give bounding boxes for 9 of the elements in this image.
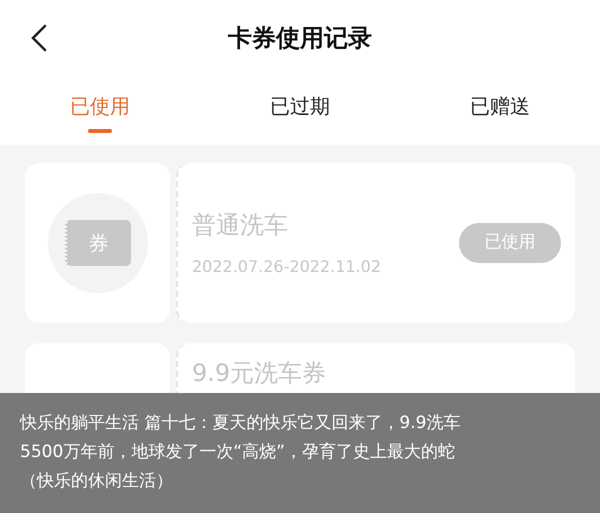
caption-text: 5500万年前，地球发了一次“高烧”，孕育了史上最大的蛇: [20, 441, 456, 464]
tab[interactable]: 已过期: [200, 75, 400, 145]
caption-text: 快乐的躺平生活 篇十七：夏天的快乐它又回来了，9.9洗车: [20, 412, 462, 435]
tab[interactable]: 已赠送: [400, 75, 600, 145]
back-icon[interactable]: [30, 24, 48, 52]
coupon-title: 9.9元洗车券: [192, 358, 328, 389]
coupon-title: 普通洗车: [192, 210, 289, 241]
page-title: 卡券使用记录: [228, 22, 372, 54]
caption-text: （快乐的休闲生活）: [20, 470, 174, 493]
